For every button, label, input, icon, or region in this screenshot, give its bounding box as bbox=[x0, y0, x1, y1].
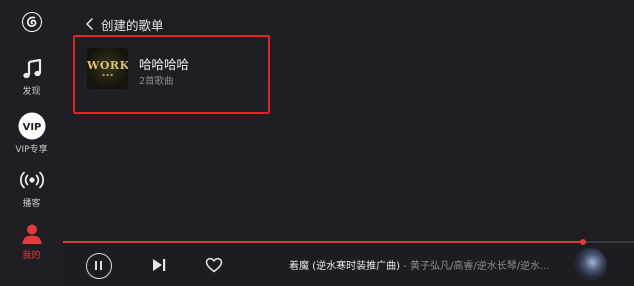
back-arrow-icon[interactable] bbox=[83, 15, 97, 33]
song-artist: - 黄子弘凡/高睿/逆水长琴/逆水... bbox=[399, 261, 550, 272]
pause-button[interactable] bbox=[86, 253, 112, 279]
sidebar-item-label: 我的 bbox=[22, 251, 41, 261]
pause-icon bbox=[95, 261, 102, 270]
sidebar: 发现 VIP VIP专享 播客 我的 bbox=[0, 0, 63, 286]
playlist-song-count: 2首歌曲 bbox=[139, 76, 174, 87]
playlist-card[interactable]: WORK ▪ ▪ ▪ 哈哈哈哈 2首歌曲 bbox=[73, 35, 270, 114]
playlist-cover: WORK ▪ ▪ ▪ bbox=[87, 48, 128, 89]
sidebar-item-vip[interactable]: VIP VIP专享 bbox=[0, 112, 63, 155]
page-title: 创建的歌单 bbox=[101, 17, 164, 33]
next-track-icon[interactable] bbox=[151, 257, 167, 273]
sidebar-item-label: VIP专享 bbox=[15, 145, 48, 155]
page-header: 创建的歌单 bbox=[83, 14, 164, 34]
netease-logo-icon[interactable] bbox=[21, 11, 43, 33]
sidebar-item-mine[interactable]: 我的 bbox=[0, 223, 63, 261]
player-bar: 着魔 (逆水寒时装推广曲) - 黄子弘凡/高睿/逆水长琴/逆水... bbox=[63, 243, 634, 286]
sidebar-item-discover[interactable]: 发现 bbox=[0, 58, 63, 97]
sidebar-item-label: 播客 bbox=[22, 199, 41, 209]
heart-icon[interactable] bbox=[205, 257, 223, 273]
cover-title: WORK bbox=[87, 59, 128, 72]
cover-decoration: ▪ ▪ ▪ bbox=[102, 72, 113, 77]
now-playing-info[interactable]: 着魔 (逆水寒时装推广曲) - 黄子弘凡/高睿/逆水长琴/逆水... bbox=[289, 257, 570, 272]
sidebar-item-podcast[interactable]: 播客 bbox=[0, 170, 63, 209]
vip-badge-text: VIP bbox=[22, 122, 41, 133]
sidebar-item-label: 发现 bbox=[22, 87, 41, 97]
podcast-icon bbox=[19, 171, 44, 189]
music-note-icon bbox=[22, 58, 41, 79]
vip-icon: VIP bbox=[18, 112, 45, 140]
now-playing-album-art[interactable] bbox=[575, 248, 607, 280]
song-title: 着魔 (逆水寒时装推广曲) bbox=[289, 261, 400, 272]
playlist-name: 哈哈哈哈 bbox=[139, 57, 190, 72]
user-icon bbox=[22, 224, 41, 244]
